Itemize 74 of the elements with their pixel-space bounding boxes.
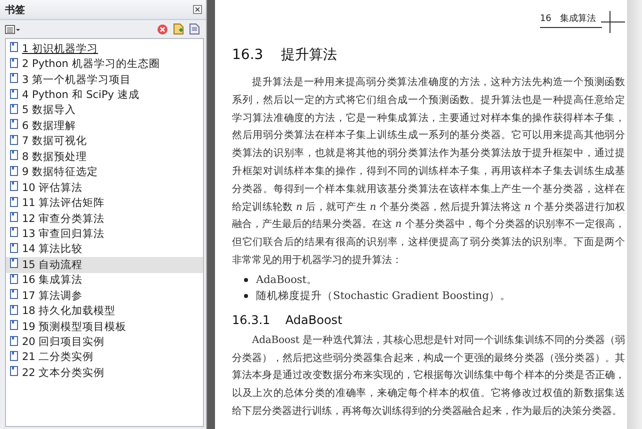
text-line: 系列，然后以一定的方式将它们组合成一个预测函数。提升算法也是一种提高任意给定: [232, 94, 625, 108]
bookmark-item[interactable]: 11 算法评估矩阵: [6, 195, 203, 211]
section-heading: 16.3 提升算法: [232, 47, 338, 64]
bookmark-icon: [10, 104, 18, 114]
bookmark-page-icon[interactable]: [189, 23, 200, 35]
list-item: 随机梯度提升（Stochastic Gradient Boosting）。: [256, 288, 511, 303]
text-line: 给定训练轮数 n 后，就可产生 n 个基分类器，然后提升算法将这 n 个基分类器进行加权: [232, 200, 625, 215]
bookmark-icon: [10, 119, 18, 130]
bookmark-item[interactable]: 12 审查分类算法: [6, 210, 203, 226]
bookmark-item[interactable]: 16 集成算法: [6, 272, 203, 288]
panel-title: 书签: [5, 4, 26, 16]
bookmark-item[interactable]: 5 数据导入: [6, 102, 203, 118]
bookmark-icon: [10, 289, 18, 300]
bookmark-icon: [10, 212, 18, 222]
options-menu-icon[interactable]: [5, 24, 20, 34]
text-line: 分类器。每得到一个样本集就用该基分类算法在该样本集上产生一个基分类器，这样在: [232, 182, 625, 197]
bookmark-item[interactable]: 6 数据理解: [6, 118, 203, 134]
bookmark-icon: [10, 88, 18, 99]
bookmark-icon: [10, 42, 18, 52]
delete-icon[interactable]: [157, 24, 168, 34]
new-bookmark-icon[interactable]: [173, 23, 184, 35]
bookmark-icon: [10, 366, 18, 376]
text-line: 融合，产生最后的结果分类器。在这 n 个基分类器中，每个分类器的识别率不一定很高，: [232, 218, 625, 232]
close-panel-icon[interactable]: [193, 5, 202, 14]
bookmark-icon: [10, 227, 18, 238]
bookmark-item[interactable]: 20 回归项目实例: [6, 334, 203, 350]
bullet-icon: [244, 294, 248, 298]
text-line: 以及上次的总体分类的准确率，来确定每个样本的权值。它将修改过权值的新数据集送: [232, 386, 625, 402]
bookmark-icon: [10, 258, 18, 268]
list-item: AdaBoost。: [256, 272, 318, 287]
bookmark-item[interactable]: 9 数据特征选定: [6, 164, 203, 180]
bookmark-item[interactable]: 1 初识机器学习: [6, 41, 203, 56]
bullet-icon: [244, 278, 248, 282]
bookmark-item[interactable]: 13 审查回归算法: [6, 226, 203, 242]
bookmark-item[interactable]: 4 Python 和 SciPy 速成: [6, 87, 203, 103]
bookmark-item[interactable]: 21 二分类实例: [6, 350, 203, 366]
bookmark-item[interactable]: 14 算法比较: [6, 242, 203, 258]
running-header: 16 集成算法: [540, 9, 602, 28]
bookmark-icon: [10, 320, 18, 330]
bookmark-icon: [10, 181, 18, 192]
bookmark-icon: [10, 196, 18, 207]
bookmark-item[interactable]: 22 文本分类实例: [6, 365, 203, 381]
text-line: 但它们联合后的结果有很高的识别率，这样便提高了弱分类算法的识别率。下面是两个: [232, 236, 625, 250]
subsection-heading: 16.3.1 AdaBoost: [232, 312, 344, 328]
text-line: 非常常见的用于机器学习的提升算法：: [232, 254, 403, 268]
bookmark-icon: [10, 58, 18, 68]
bookmark-icon: [10, 134, 18, 145]
bookmark-icon: [10, 73, 18, 84]
bookmark-icon: [10, 350, 18, 361]
bookmark-icon: [10, 166, 18, 176]
bookmark-icon: [10, 336, 18, 346]
bookmark-item[interactable]: 8 数据预处理: [6, 149, 203, 164]
text-line: 算法本身是通过改变数据分布来实现的，它根据每次训练集中每个样本的分类是否正确，: [232, 368, 625, 384]
bookmark-item[interactable]: 2 Python 机器学习的生态圈: [6, 56, 203, 72]
bookmark-item[interactable]: 19 预测模型项目模板: [6, 318, 203, 334]
bookmark-item[interactable]: 15 自动流程: [6, 257, 203, 273]
bookmark-item[interactable]: 10 评估算法: [6, 180, 203, 196]
bookmark-icon: [10, 150, 18, 160]
text-line: 升框架对训练样本集的操作，得到不同的训练样本子集，再用该样本子集去训练生成基: [232, 164, 625, 179]
text-line: 分类器），然后把这些弱分类器集合起来，构成一个更强的最终分类器（强分类器）。其: [232, 352, 625, 366]
bookmark-icon: [10, 242, 18, 253]
text-line: 提升算法是一种用来提高弱分类算法准确度的方法，这种方法先构造一个预测函数: [251, 76, 625, 90]
text-line: AdaBoost 是一种迭代算法，其核心思想是针对同一个训练集训练不同的分类器（弱: [251, 334, 625, 348]
text-line: 给下层分类器进行训练，再将每次训练得到的分类器融合起来，作为最后的决策分类器。: [232, 404, 623, 419]
bookmark-icon: [10, 274, 18, 284]
text-line: 然后用弱分类算法在样本子集上训练生成一系列的基分类器。它可以用来提高其他弱分: [232, 128, 625, 144]
bookmark-item[interactable]: 18 持久化加载模型: [6, 303, 203, 319]
text-line: 学习算法准确度的方法，它是一种集成算法，主要通过对样本集的操作获得样本子集，: [232, 112, 625, 126]
bookmark-item[interactable]: 7 数据可视化: [6, 134, 203, 150]
bookmark-item[interactable]: 3 第一个机器学习项目: [6, 72, 203, 88]
text-line: 类算法的识别率，也就是将其他的弱分类算法作为基分类算法放于提升框架中，通过提: [232, 146, 625, 162]
bookmark-item[interactable]: 17 算法调参: [6, 288, 203, 304]
header-rule-mark: [601, 11, 625, 33]
bookmark-icon: [10, 304, 18, 315]
